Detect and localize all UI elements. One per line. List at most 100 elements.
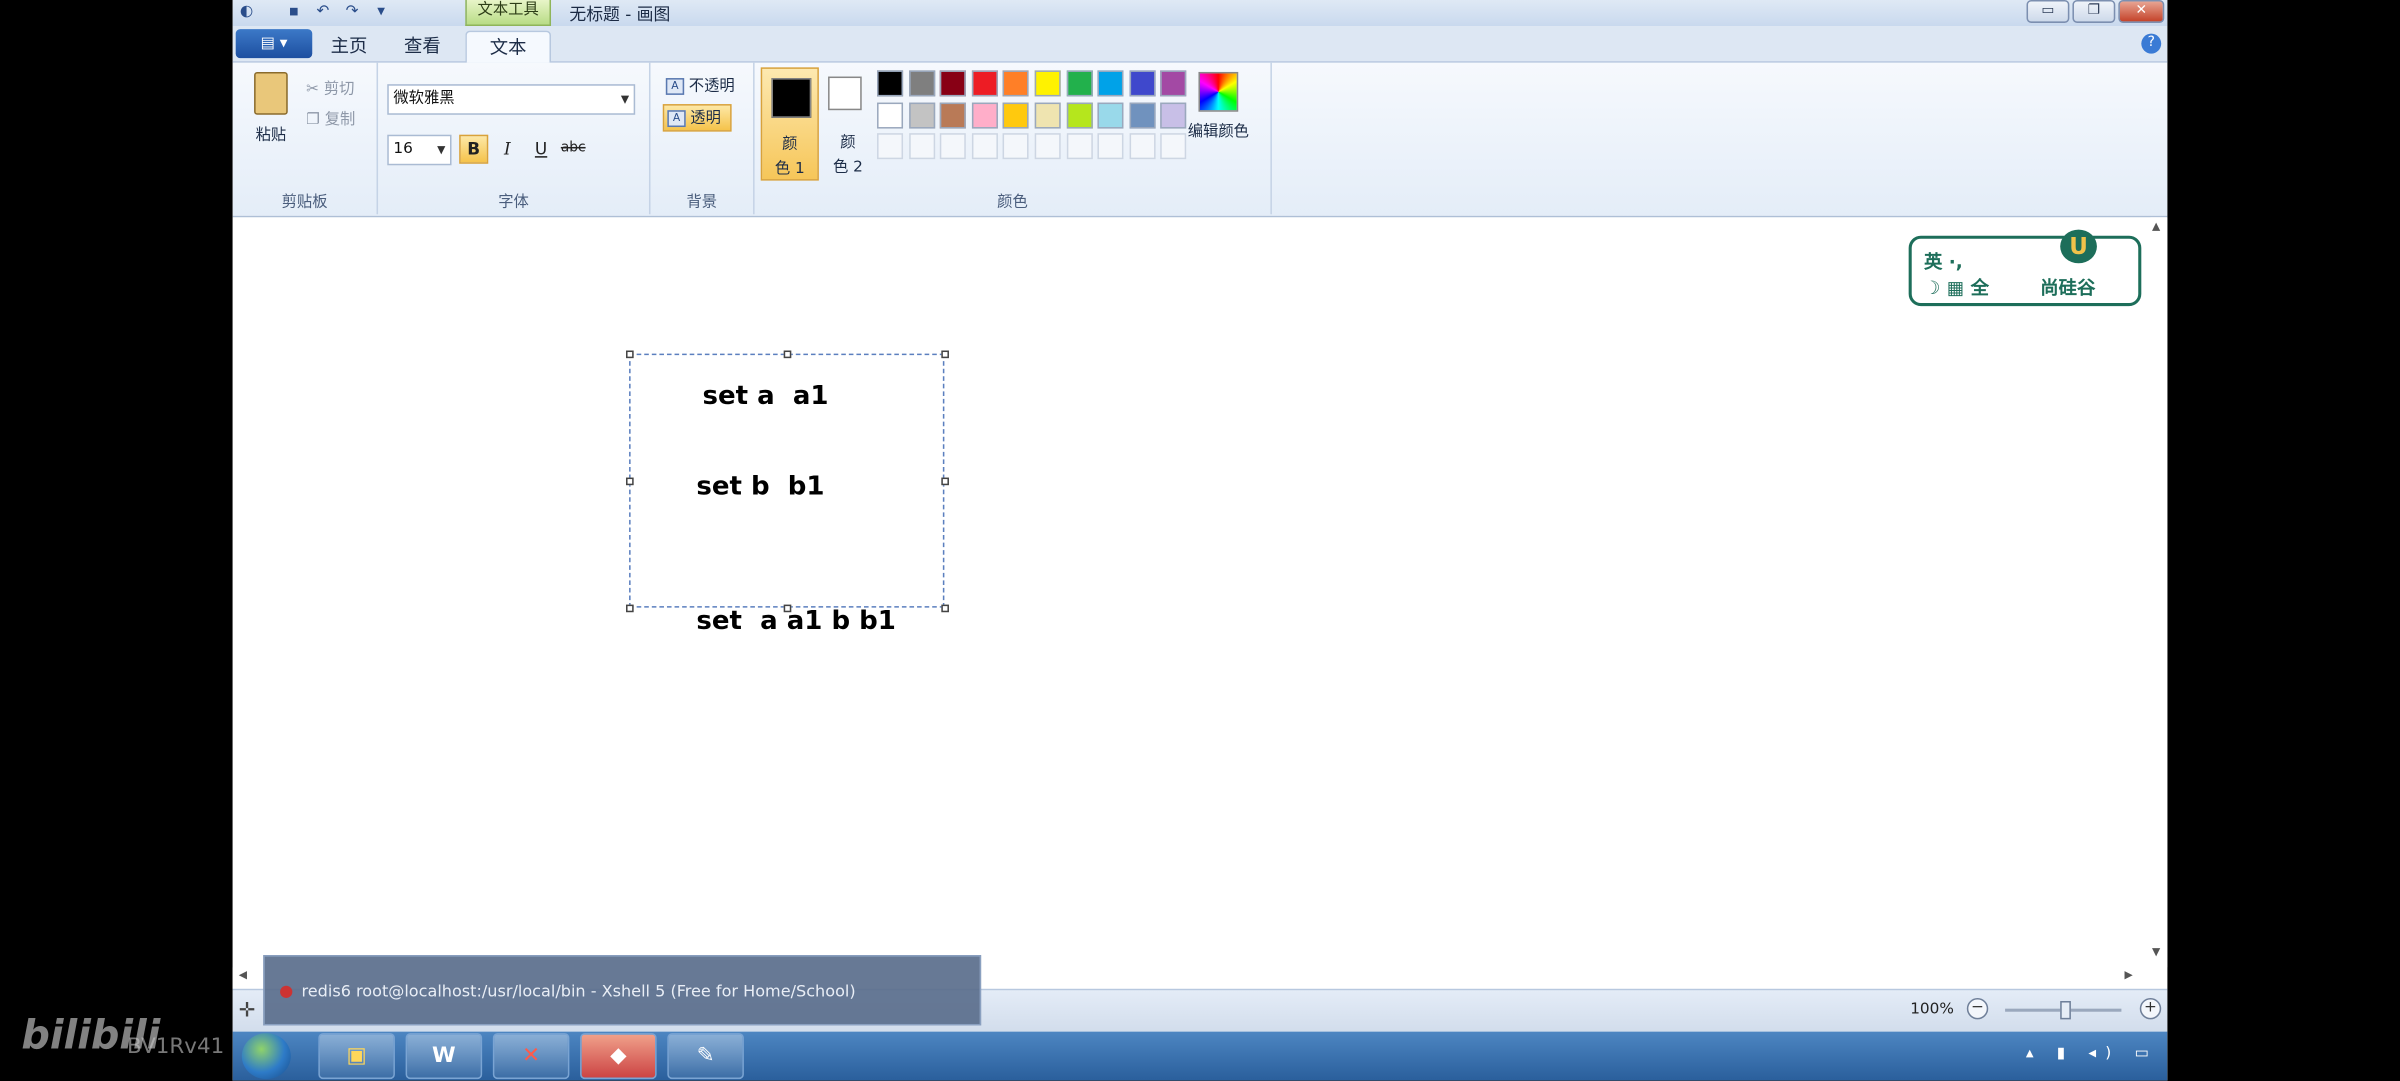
color1-button[interactable]: 颜 色 1 <box>760 67 819 181</box>
cut-label: 剪切 <box>323 81 355 98</box>
color-swatch[interactable] <box>1097 70 1124 97</box>
color-swatch[interactable] <box>971 70 998 97</box>
opaque-icon: A <box>665 78 685 95</box>
color-swatch[interactable] <box>877 70 904 97</box>
resize-handle[interactable] <box>941 604 949 613</box>
system-tray[interactable]: ▴ ▮ ◂) ▭ <box>2026 1045 2158 1062</box>
xshell-icon <box>280 985 293 998</box>
color-swatch[interactable] <box>1003 101 1030 128</box>
resize-handle[interactable] <box>626 477 634 486</box>
color-swatch[interactable] <box>971 133 998 160</box>
font-family-value: 微软雅黑 <box>393 90 455 108</box>
color-swatch[interactable] <box>877 101 904 128</box>
font-size-select[interactable]: 16 ▼ <box>387 134 452 166</box>
color-swatch[interactable] <box>940 133 967 160</box>
scroll-down-icon[interactable]: ▼ <box>2152 946 2160 958</box>
underline-button[interactable]: U <box>527 135 556 164</box>
paste-button[interactable]: 粘贴 <box>248 71 294 144</box>
resize-handle[interactable] <box>783 350 792 359</box>
color-swatch[interactable] <box>1003 70 1030 97</box>
color2-button[interactable]: 颜 色 2 <box>822 67 874 180</box>
color-swatch[interactable] <box>1129 133 1156 160</box>
canvas-text-line-3: set a a1 b b1 <box>696 606 896 637</box>
chevron-down-icon: ▼ <box>620 93 630 106</box>
italic-button[interactable]: I <box>493 135 522 164</box>
copy-button[interactable]: ❐ 复制 <box>306 106 355 129</box>
tab-home[interactable]: 主页 <box>318 31 379 63</box>
taskbar-thumbnail-preview[interactable]: redis6 root@localhost:/usr/local/bin - X… <box>263 955 982 1026</box>
strikethrough-button[interactable]: abc <box>559 135 588 164</box>
bold-button[interactable]: B <box>459 134 489 164</box>
clipboard-group: 粘贴 ✂ 剪切 ❐ 复制 剪贴板 <box>233 62 379 215</box>
taskbar-redis-desktop[interactable]: ◆ <box>580 1033 657 1080</box>
resize-handle[interactable] <box>626 604 634 613</box>
color-swatch[interactable] <box>1129 70 1156 97</box>
color-swatch[interactable] <box>971 101 998 128</box>
xmind-icon: ✕ <box>522 1043 541 1069</box>
color-swatch[interactable] <box>940 101 967 128</box>
zoom-slider[interactable] <box>2005 1001 2122 1020</box>
zoom-in-button[interactable]: + <box>2139 997 2162 1020</box>
scroll-up-icon[interactable]: ▲ <box>2152 220 2160 232</box>
color-swatch[interactable] <box>1066 101 1093 128</box>
close-button[interactable]: ✕ <box>2118 0 2165 23</box>
color-swatch[interactable] <box>1066 70 1093 97</box>
restore-button[interactable]: ❐ <box>2072 0 2116 23</box>
resize-handle[interactable] <box>941 350 949 359</box>
color-wheel-icon <box>1198 71 1239 112</box>
taskbar-paint[interactable]: ✎ <box>667 1033 744 1080</box>
save-icon[interactable]: ▪ <box>283 2 304 23</box>
transparent-button[interactable]: A 透明 <box>662 104 732 132</box>
taskbar-xmind[interactable]: ✕ <box>492 1033 570 1080</box>
taskbar-word[interactable]: W <box>405 1033 483 1080</box>
background-group: A 不透明 A 透明 背景 <box>651 62 755 215</box>
canvas-text-line-2: set b b1 <box>696 471 825 503</box>
help-icon[interactable]: ? <box>2141 33 2162 54</box>
minimize-button[interactable]: ▭ <box>2026 0 2070 23</box>
color-swatch[interactable] <box>940 70 967 97</box>
zoom-out-button[interactable]: − <box>1966 997 1989 1020</box>
scroll-left-icon[interactable]: ◀ <box>239 969 247 981</box>
file-menu-button[interactable]: ▤ ▾ <box>235 29 313 59</box>
color-swatch[interactable] <box>1034 133 1061 160</box>
cut-button[interactable]: ✂ 剪切 <box>306 75 354 98</box>
resize-handle[interactable] <box>626 350 634 359</box>
color-swatch[interactable] <box>908 70 935 97</box>
ribbon: 粘贴 ✂ 剪切 ❐ 复制 剪贴板 微软雅黑 ▼ 16 ▼ B I U abc 字体 … <box>232 62 2168 218</box>
color-swatch[interactable] <box>1034 101 1061 128</box>
scroll-right-icon[interactable]: ▶ <box>2124 969 2132 981</box>
color-swatch[interactable] <box>1097 101 1124 128</box>
taskbar-explorer[interactable]: ▣ <box>318 1033 395 1080</box>
paint-icon: ✎ <box>696 1043 715 1069</box>
paint-app-icon[interactable]: ◐ <box>236 2 257 23</box>
tab-view[interactable]: 查看 <box>392 31 453 63</box>
copy-icon: ❐ <box>306 111 325 129</box>
color-swatch[interactable] <box>908 133 935 160</box>
redo-icon[interactable]: ↷ <box>341 2 362 23</box>
color-swatch[interactable] <box>1066 133 1093 160</box>
start-button[interactable] <box>241 1033 291 1080</box>
edit-colors-button[interactable]: 编辑颜色 <box>1177 71 1260 141</box>
font-family-select[interactable]: 微软雅黑 ▼ <box>387 84 636 115</box>
screen: ◐ ▪ ↶ ↷ ▾ 文本工具 无标题 - 画图 ▭ ❐ ✕ ▤ ▾ 主页 查看 … <box>0 0 2400 1081</box>
color-swatch[interactable] <box>1003 133 1030 160</box>
atguigu-logo: 英 ·, ☽ ▦ 全 U 尚硅谷 <box>1908 229 2142 307</box>
canvas-area[interactable]: ▲ ▼ ◀ ▶ set a a1 set b b1 set a a1 b b1 <box>232 217 2168 989</box>
color-swatch[interactable] <box>1097 133 1124 160</box>
opaque-button[interactable]: A 不透明 <box>663 73 735 101</box>
zoom-slider-thumb[interactable] <box>2060 1001 2071 1020</box>
canvas-text-line-1: set a a1 <box>702 381 829 412</box>
color-swatch[interactable] <box>908 101 935 128</box>
color-swatch[interactable] <box>1034 70 1061 97</box>
color-palette <box>877 70 1187 160</box>
color-swatch[interactable] <box>1129 101 1156 128</box>
resize-handle[interactable] <box>941 477 949 486</box>
window-title: 无标题 - 画图 <box>569 4 671 25</box>
undo-icon[interactable]: ↶ <box>312 2 333 23</box>
color2-label-bottom: 色 2 <box>832 159 863 177</box>
vertical-scrollbar[interactable]: ▲ ▼ <box>2150 217 2168 968</box>
customize-icon[interactable]: ▾ <box>370 2 391 23</box>
tab-text[interactable]: 文本 <box>465 30 552 63</box>
color-swatch[interactable] <box>877 133 904 160</box>
preview-window-title: redis6 root@localhost:/usr/local/bin - X… <box>301 982 856 1002</box>
